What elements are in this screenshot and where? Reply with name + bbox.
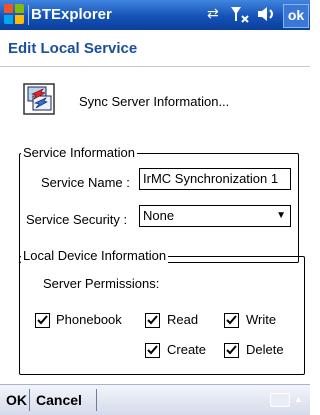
local-device-information-legend: Local Device Information [21,248,169,263]
softkey-separator [96,389,97,411]
checkmark-icon [226,345,237,355]
create-label[interactable]: Create [167,342,206,357]
signal-off-icon[interactable] [230,5,250,26]
connectivity-icon[interactable]: ⇄ [207,5,219,22]
write-checkbox[interactable] [224,313,239,328]
page-title: Edit Local Service [8,40,138,57]
read-checkbox[interactable] [145,313,160,328]
read-label[interactable]: Read [167,312,198,327]
windows-start-icon[interactable] [4,4,26,26]
server-permissions-label: Server Permissions: [43,276,160,291]
create-checkbox[interactable] [145,343,160,358]
keyboard-icon[interactable] [270,393,290,407]
checkmark-icon [226,315,237,325]
write-label[interactable]: Write [246,312,276,327]
cancel-softkey[interactable]: Cancel [36,392,82,408]
service-name-label: Service Name : [41,175,130,190]
volume-icon[interactable] [256,5,278,26]
app-title: BTExplorer [31,6,112,23]
softkey-bar: OK Cancel ▲ [0,384,310,415]
chevron-up-icon[interactable]: ▲ [294,394,303,404]
service-security-label: Service Security : [26,212,128,227]
title-separator [28,5,29,25]
service-security-select[interactable]: None ▼ [139,205,291,227]
delete-label[interactable]: Delete [246,342,284,357]
delete-checkbox[interactable] [224,343,239,358]
checkmark-icon [147,345,158,355]
phonebook-label[interactable]: Phonebook [56,312,122,327]
softkey-separator [29,389,30,411]
header-divider [0,66,310,67]
phonebook-checkbox[interactable] [35,313,50,328]
checkmark-icon [37,315,48,325]
dropdown-arrow-icon[interactable]: ▼ [276,210,286,221]
ok-button[interactable]: ok [283,4,309,28]
sync-server-label[interactable]: Sync Server Information... [79,94,229,109]
ok-softkey[interactable]: OK [6,392,27,408]
title-bar: BTExplorer ⇄ ok [0,0,310,30]
sync-icon[interactable] [23,83,55,115]
service-security-value: None [143,208,175,223]
service-name-field[interactable]: IrMC Synchronization 1 [139,168,291,190]
checkmark-icon [147,315,158,325]
service-information-legend: Service Information [21,145,137,160]
